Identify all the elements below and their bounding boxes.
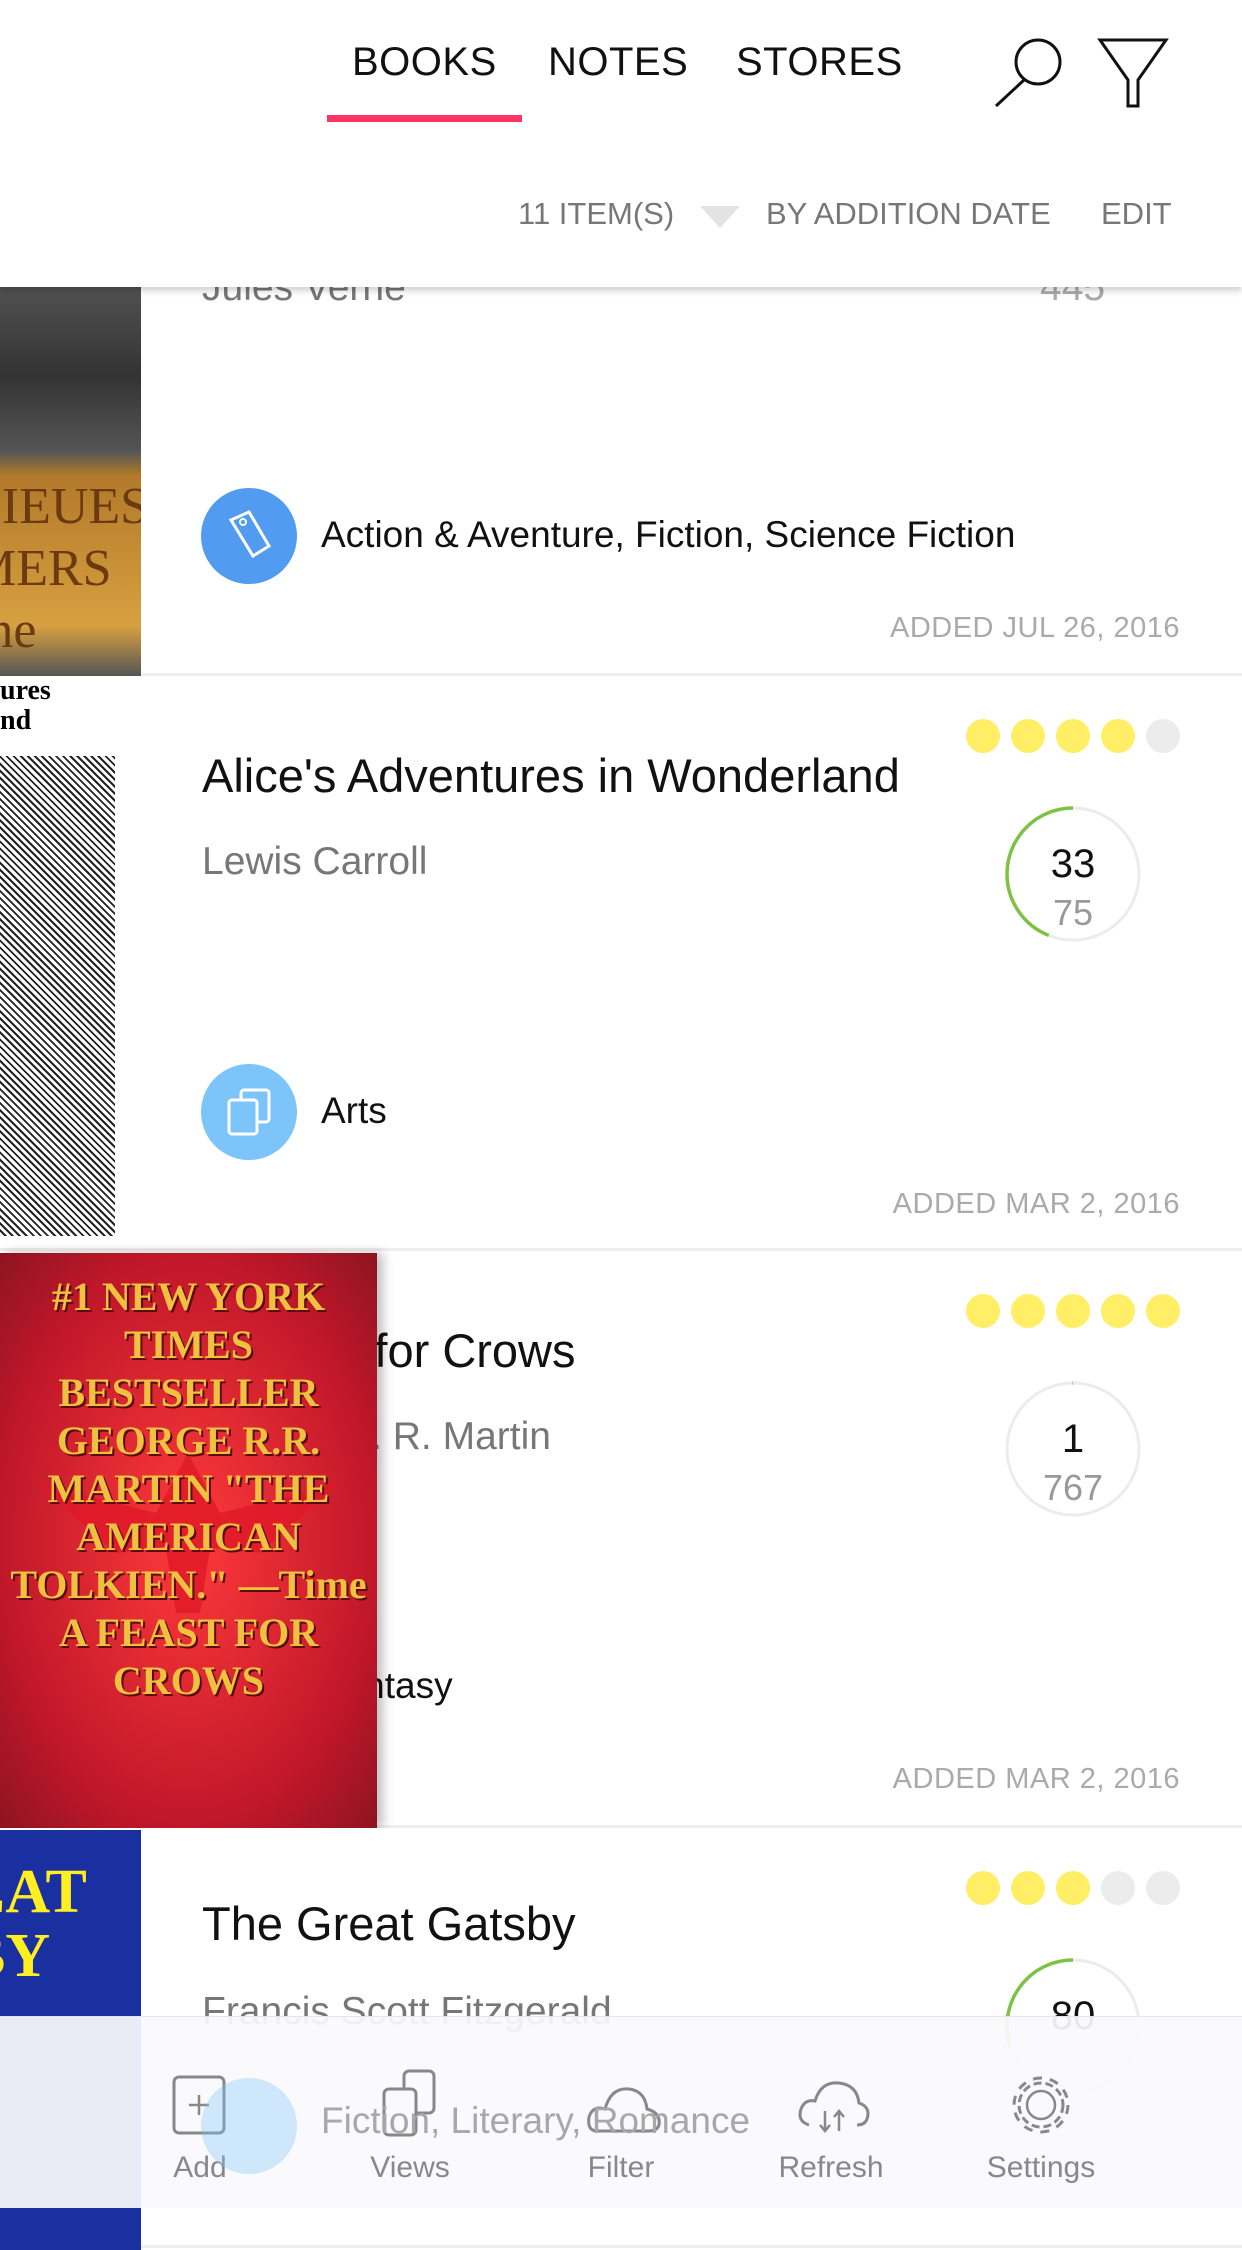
views-icon xyxy=(227,1088,271,1136)
filter-icon[interactable] xyxy=(1096,36,1170,112)
tab-stores[interactable]: STORES xyxy=(736,40,903,85)
rating-dot-empty xyxy=(1146,719,1180,753)
added-date: ADDED MAR 2, 2016 xyxy=(892,1763,1180,1795)
rating-dots xyxy=(966,719,1180,753)
tag-icon xyxy=(228,510,272,559)
edit-button[interactable]: EDIT xyxy=(1101,196,1172,232)
rating-dot-filled xyxy=(966,1294,1000,1328)
book-title: Alice's Adventures in Wonderland xyxy=(202,749,900,802)
cover-text: #1 NEW YORK TIMES BESTSELLER GEORGE R.R.… xyxy=(10,1274,367,1703)
added-date: ADDED MAR 2, 2016 xyxy=(892,1188,1180,1220)
sort-dropdown-icon[interactable] xyxy=(700,206,740,228)
category-badge xyxy=(201,1064,297,1160)
rating-dot-filled xyxy=(966,1871,1000,1905)
book-categories: Action & Aventure, Fiction, Science Fict… xyxy=(321,514,1016,555)
rating-dot-filled xyxy=(1056,719,1090,753)
book-cover: ures nd xyxy=(0,676,115,1236)
top-header: BOOKS NOTES STORES 11 ITEM(S) BY ADDITIO… xyxy=(0,0,1242,287)
rating-dot-filled xyxy=(1146,1294,1180,1328)
rating-dot-filled xyxy=(1101,719,1135,753)
rating-dot-filled xyxy=(1101,1294,1135,1328)
category-badge xyxy=(201,2078,297,2174)
active-tab-indicator xyxy=(327,115,522,122)
book-cover: #1 NEW YORK TIMES BESTSELLER GEORGE R.R.… xyxy=(0,1253,377,1828)
filter-label: Filter xyxy=(587,2151,655,2184)
book-title: The Great Gatsby xyxy=(202,1897,576,1950)
rating-dot-filled xyxy=(1011,1871,1045,1905)
rating-dot-filled xyxy=(966,719,1000,753)
book-row[interactable]: A Feast for Crows George R. R. Martin 1 … xyxy=(0,1251,1242,1828)
rating-dot-filled xyxy=(1011,719,1045,753)
search-icon[interactable] xyxy=(990,36,1066,110)
category-badge xyxy=(201,488,297,584)
views-label: Views xyxy=(370,2151,450,2184)
sort-button[interactable]: BY ADDITION DATE xyxy=(766,196,1051,232)
settings-button[interactable]: Settings xyxy=(961,2017,1121,2209)
rating-dots xyxy=(966,1294,1180,1328)
cloud-sync-icon xyxy=(798,2081,870,2133)
tab-books[interactable]: BOOKS xyxy=(352,40,497,85)
reading-progress: 33 75 xyxy=(1003,804,1143,944)
rating-dot-filled xyxy=(1056,1871,1090,1905)
current-page: 1 xyxy=(1061,1417,1085,1461)
added-date: ADDED JUL 26, 2016 xyxy=(889,612,1180,644)
book-row[interactable]: ures nd Alice's Adventures in Wonderland … xyxy=(0,676,1242,1251)
reading-progress: 1 767 xyxy=(1003,1379,1143,1519)
total-pages: 767 xyxy=(1042,1467,1104,1508)
settings-label: Settings xyxy=(986,2151,1096,2184)
refresh-label: Refresh xyxy=(778,2151,884,2184)
rating-dot-empty xyxy=(1146,1871,1180,1905)
book-categories: Fiction, Literary, Romance xyxy=(321,2100,751,2141)
current-page: 33 xyxy=(1050,842,1096,886)
total-pages: 75 xyxy=(1052,892,1094,933)
refresh-button[interactable]: Refresh xyxy=(751,2017,911,2209)
gear-icon xyxy=(1012,2076,1070,2134)
rating-dots xyxy=(966,1871,1180,1905)
rating-dot-filled xyxy=(1056,1294,1090,1328)
item-count: 11 ITEM(S) xyxy=(518,196,675,231)
book-categories: Arts xyxy=(321,1090,387,1131)
book-author: Lewis Carroll xyxy=(202,840,428,883)
rating-dot-empty xyxy=(1101,1871,1135,1905)
tab-notes[interactable]: NOTES xyxy=(548,40,688,85)
rating-dot-filled xyxy=(1011,1294,1045,1328)
